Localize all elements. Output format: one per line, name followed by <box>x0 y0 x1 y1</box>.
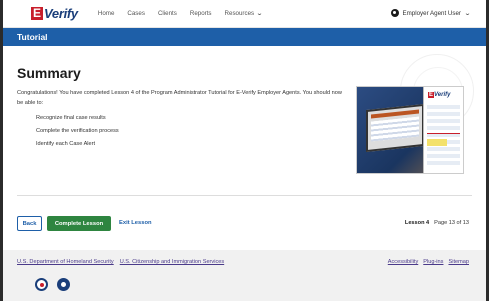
screen-panel: EVerify <box>423 87 463 173</box>
footer-seals <box>35 278 70 291</box>
nav-cases[interactable]: Cases <box>127 10 145 17</box>
footer: U.S. Department of Homeland Security U.S… <box>3 250 486 301</box>
panel-rows <box>427 105 460 167</box>
page-indicator: Page 13 of 13 <box>434 220 469 226</box>
list-item: Identify each Case Alert <box>36 141 96 147</box>
nav-resources-label: Resources <box>224 10 255 17</box>
user-menu[interactable]: Employer Agent User ⌄ <box>390 9 472 17</box>
chevron-down-icon: ⌄ <box>256 11 264 17</box>
content-divider <box>17 195 472 196</box>
footer-utility-links: Accessibility Plug-ins Sitemap <box>388 259 469 265</box>
objectives-list: Recognize final case results Complete th… <box>36 112 119 151</box>
logo-mark: E <box>31 6 44 20</box>
panel-divider <box>427 133 460 134</box>
sitemap-link[interactable]: Sitemap <box>448 259 469 265</box>
summary-intro: Congratulations! You have completed Less… <box>17 90 342 106</box>
accessibility-link[interactable]: Accessibility <box>388 259 418 265</box>
illustration-logo: EVerify <box>428 92 451 98</box>
list-item: Complete the verification process <box>36 128 119 134</box>
monitor-icon <box>366 103 424 153</box>
top-navigation: E Verify Home Cases Clients Reports Reso… <box>3 0 486 28</box>
complete-lesson-button[interactable]: Complete Lesson <box>47 216 111 231</box>
nav-reports[interactable]: Reports <box>190 10 212 17</box>
lesson-progress: Lesson 4 Page 13 of 13 <box>405 220 469 226</box>
uscis-seal-icon[interactable] <box>57 278 70 291</box>
dhs-link[interactable]: U.S. Department of Homeland Security <box>17 259 114 265</box>
user-icon <box>390 9 399 17</box>
user-label: Employer Agent User <box>402 9 461 17</box>
dhs-seal-icon[interactable] <box>35 278 48 291</box>
main-nav: Home Cases Clients Reports Resources ⌄ <box>98 10 264 17</box>
panel-highlight <box>427 139 447 146</box>
main-content: Summary Congratulations! You have comple… <box>3 46 486 246</box>
chevron-down-icon: ⌄ <box>463 10 472 17</box>
back-button[interactable]: Back <box>17 216 42 231</box>
lesson-number: Lesson 4 <box>404 220 430 226</box>
nav-home[interactable]: Home <box>98 10 115 17</box>
tutorial-illustration: EVerify <box>356 86 464 174</box>
logo-text: Verify <box>44 6 78 21</box>
nav-resources[interactable]: Resources ⌄ <box>224 10 264 17</box>
everify-logo[interactable]: E Verify <box>31 4 78 24</box>
page-section-title: Tutorial <box>17 32 48 42</box>
uscis-link[interactable]: U.S. Citizenship and Immigration Service… <box>120 259 224 265</box>
title-bar: Tutorial <box>3 28 486 46</box>
nav-clients[interactable]: Clients <box>158 10 177 17</box>
exit-lesson-link[interactable]: Exit Lesson <box>119 220 152 226</box>
list-item: Recognize final case results <box>36 115 106 121</box>
page-title: Summary <box>17 65 81 81</box>
plugins-link[interactable]: Plug-ins <box>423 259 443 265</box>
footer-agency-links: U.S. Department of Homeland Security U.S… <box>17 259 224 265</box>
